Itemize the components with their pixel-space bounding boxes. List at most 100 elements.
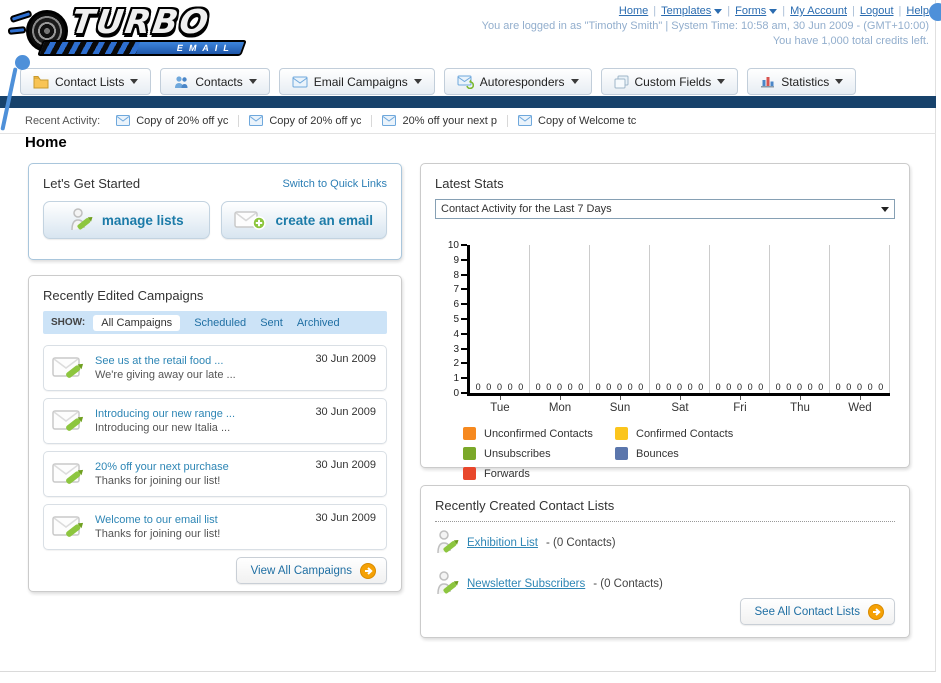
campaign-row[interactable]: See us at the retail food ... We're givi… [43, 345, 387, 391]
person-pencil-icon [71, 208, 93, 231]
value-label: 0 [736, 382, 742, 392]
x-tick-mark [500, 396, 501, 400]
campaign-date: 30 Jun 2009 [315, 512, 376, 524]
value-labels-row: 00000 [830, 382, 889, 392]
filter-sent[interactable]: Sent [260, 317, 283, 329]
recent-activity-item[interactable]: Copy of 20% off yc [249, 114, 373, 127]
day-group: 00000 [770, 245, 830, 393]
stats-dropdown[interactable]: Contact Activity for the Last 7 Days [435, 199, 895, 219]
tab-contacts[interactable]: Contacts [160, 68, 270, 95]
campaign-title-link[interactable]: See us at the retail food ... [95, 355, 315, 367]
filter-all-campaigns[interactable]: All Campaigns [93, 314, 181, 331]
campaign-title-link[interactable]: Welcome to our email list [95, 514, 315, 526]
envelope-pencil-icon [52, 357, 84, 378]
see-all-contact-lists-button[interactable]: See All Contact Lists [739, 598, 895, 625]
legend-item: Unconfirmed Contacts [463, 427, 615, 440]
legend-swatch [463, 427, 476, 440]
header-link-templates[interactable]: Templates [661, 5, 711, 17]
value-labels-row: 00000 [710, 382, 769, 392]
envelope-icon [116, 115, 131, 126]
contact-list-link[interactable]: Newsletter Subscribers [467, 578, 585, 590]
stats-dropdown-value: Contact Activity for the Last 7 Days [441, 203, 612, 215]
campaign-row[interactable]: 20% off your next purchase Thanks for jo… [43, 451, 387, 497]
manage-lists-button[interactable]: manage lists [43, 201, 210, 239]
chart-legend: Unconfirmed Contacts Confirmed Contacts Un… [435, 427, 895, 487]
tab-autoresponders[interactable]: Autoresponders [443, 68, 592, 95]
campaign-date: 30 Jun 2009 [315, 406, 376, 418]
day-group: 00000 [590, 245, 650, 393]
page-title: Home [25, 134, 67, 151]
header-link-forms[interactable]: Forms [735, 5, 766, 17]
y-tick-label: 2 [453, 358, 459, 370]
value-label: 0 [878, 382, 884, 392]
day-group: 00000 [710, 245, 770, 393]
value-label: 0 [578, 382, 584, 392]
contact-list-row[interactable]: Exhibition List - (0 Contacts) [435, 522, 895, 563]
day-group: 00000 [830, 245, 890, 393]
header-link-logout[interactable]: Logout [860, 5, 894, 17]
contact-list-link[interactable]: Exhibition List [467, 537, 538, 549]
recent-activity-item[interactable]: 20% off your next p [382, 114, 509, 127]
x-axis-label: Tue [490, 402, 510, 414]
campaign-row[interactable]: Welcome to our email list Thanks for joi… [43, 504, 387, 550]
header-link-home[interactable]: Home [619, 5, 648, 17]
legend-swatch [615, 447, 628, 460]
recent-campaigns-title: Recently Edited Campaigns [43, 288, 204, 303]
annotation-dot-top-right [929, 3, 941, 21]
envelope-pencil-icon [52, 516, 84, 537]
value-label: 0 [867, 382, 873, 392]
tab-email-campaigns[interactable]: Email Campaigns [278, 68, 435, 95]
filter-scheduled[interactable]: Scheduled [194, 317, 246, 329]
navy-divider-bar [0, 96, 936, 108]
view-all-campaigns-button[interactable]: View All Campaigns [235, 557, 387, 584]
campaign-title-link[interactable]: 20% off your next purchase [95, 461, 315, 473]
campaign-date: 30 Jun 2009 [315, 459, 376, 471]
chevron-down-icon [717, 79, 726, 84]
chevron-down-icon [570, 79, 579, 84]
contact-activity-chart: 0 1 2 3 4 5 6 7 8 9 10 0 0 0 0 0 Tue 0 0 0 0 0 Mon 0 0 0 0 0 Sun 0 0 0 0… [435, 240, 895, 419]
create-email-button[interactable]: create an email [220, 201, 387, 239]
chevron-down-icon [835, 79, 844, 84]
campaign-row[interactable]: Introducing our new range ... Introducin… [43, 398, 387, 444]
day-group: 00000 [650, 245, 710, 393]
logo-flame [7, 26, 27, 35]
tab-custom-fields[interactable]: Custom Fields [600, 68, 739, 95]
tab-statistics[interactable]: Statistics [747, 68, 857, 95]
x-tick-mark [740, 396, 741, 400]
filter-archived[interactable]: Archived [297, 317, 340, 329]
tab-contact-lists[interactable]: Contact Lists [20, 68, 152, 95]
header-link-my-account[interactable]: My Account [790, 5, 847, 17]
legend-label: Forwards [484, 467, 530, 480]
value-label: 0 [595, 382, 601, 392]
y-tick-label: 9 [453, 254, 459, 266]
campaign-text: Introducing our new range ... Introducin… [95, 408, 315, 434]
statistics-icon [761, 77, 775, 88]
value-label: 0 [507, 382, 513, 392]
value-labels-row: 00000 [650, 382, 709, 392]
recent-activity-item[interactable]: Copy of 20% off yc [116, 114, 240, 127]
legend-label: Confirmed Contacts [636, 427, 734, 440]
recent-activity-item[interactable]: Copy of Welcome tc [518, 115, 646, 127]
legend-swatch [463, 447, 476, 460]
campaign-text: 20% off your next purchase Thanks for jo… [95, 461, 315, 487]
custom-fields-icon [614, 75, 629, 88]
value-label: 0 [546, 382, 552, 392]
x-axis-label: Thu [790, 402, 810, 414]
annotation-pin-circle [15, 55, 30, 70]
y-tick-label: 3 [453, 343, 459, 355]
logo-email-bar: EMAIL [37, 40, 247, 56]
header-links: Home | Templates | Forms | My Account | Logout | H… [449, 5, 929, 17]
getting-started-panel: Let's Get Started Switch to Quick Links … [28, 163, 402, 260]
header-link-help[interactable]: Help [906, 5, 929, 17]
value-label: 0 [627, 382, 633, 392]
campaign-text: Welcome to our email list Thanks for joi… [95, 514, 315, 540]
campaign-title-link[interactable]: Introducing our new range ... [95, 408, 315, 420]
recent-campaigns-panel: Recently Edited Campaigns SHOW: All Camp… [28, 275, 402, 592]
envelope-icon [518, 115, 533, 126]
envelope-icon [292, 76, 308, 87]
campaign-subtitle: Thanks for joining our list! [95, 475, 221, 487]
legend-label: Bounces [636, 447, 679, 460]
x-axis-label: Mon [548, 402, 572, 414]
value-label: 0 [567, 382, 573, 392]
switch-quick-links-link[interactable]: Switch to Quick Links [282, 178, 387, 190]
